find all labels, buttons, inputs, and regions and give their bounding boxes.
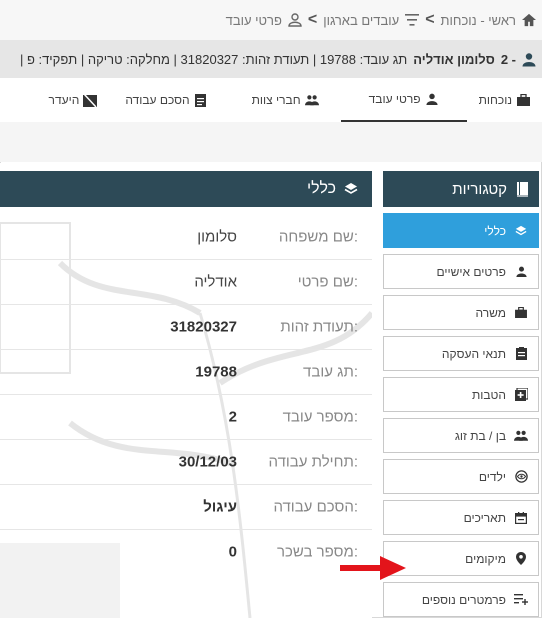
employee-name: סלומון אודליה [413, 51, 495, 67]
person-icon [425, 92, 439, 106]
panel-header: כללי [0, 171, 372, 207]
briefcase-icon [514, 306, 528, 320]
annotation-arrow-icon [340, 556, 406, 580]
breadcrumb: ראשי - נוכחות < עובדים בארגון < פרטי עוב… [0, 0, 542, 40]
chevron-left-icon: < [307, 11, 318, 28]
sidebar-item-position[interactable]: משרה [383, 295, 539, 330]
sidebar-item-label: כללי [484, 223, 506, 238]
field-value: 31820327 [170, 318, 237, 336]
sidebar-item-label: משרה [475, 305, 506, 320]
panel-title: כללי [306, 180, 336, 197]
tab-label: היעדר [48, 93, 80, 107]
sidebar-item-label: הטבות [471, 387, 506, 402]
person-icon [522, 52, 536, 66]
field-value: 2 [228, 408, 237, 426]
sidebar-item-benefits[interactable]: הטבות [383, 377, 539, 412]
book-icon [515, 181, 529, 197]
field-label: שם משפחה: [278, 228, 358, 246]
employee-details: | תג עובד: 19788 | תעודת זהות: 31820327 … [19, 51, 408, 67]
field-value: 30/12/03 [178, 453, 237, 471]
sidebar-item-personal-details[interactable]: פרטים אישיים [383, 254, 539, 289]
layers-icon [514, 224, 528, 238]
tab-label: חברי צוות [251, 93, 301, 107]
field-value: 19788 [195, 363, 237, 381]
detail-row-start-date: תחילת עבודה: 30/12/03 [0, 440, 372, 485]
breadcrumb-home-link[interactable]: ראשי - נוכחות [441, 13, 516, 28]
sidebar-item-general[interactable]: כללי [383, 213, 539, 248]
filter-icon [405, 13, 420, 27]
field-label: תעודת זהות: [280, 318, 358, 336]
sidebar-item-label: מיקומים [465, 551, 506, 566]
tab-team-members[interactable]: חברי צוות [230, 78, 341, 122]
field-value: אודליה [194, 273, 237, 291]
sidebar-item-label: ילדים [478, 469, 506, 484]
detail-row-last-name: שם משפחה: סלומון [0, 215, 372, 260]
breadcrumb-current: פרטי עובד [225, 12, 282, 28]
detail-row-first-name: שם פרטי: אודליה [0, 260, 372, 305]
couple-icon [514, 429, 528, 443]
sidebar-item-label: פרמטרים נוספים [421, 592, 506, 607]
field-label: תג עובד: [303, 363, 358, 381]
detail-row-payroll-number: מספר בשכר: 0 [0, 530, 372, 574]
tab-label: הסכם עבודה [125, 93, 190, 107]
plus-box-icon [514, 388, 528, 402]
layers-icon [344, 182, 358, 196]
field-label: הסכם עבודה: [273, 498, 358, 516]
sidebar-item-locations[interactable]: מיקומים [383, 541, 539, 576]
details-list: שם משפחה: סלומון שם פרטי: אודליה תעודת ז… [0, 215, 372, 574]
person-outline-icon [288, 13, 302, 27]
sidebar-item-spouse[interactable]: בן / בת זוג [383, 418, 539, 453]
toolbar-area [0, 122, 542, 162]
home-icon[interactable] [522, 13, 536, 27]
tab-bar: נוכחות פרטי עובד חברי צוות הסכם עבודה הי… [0, 78, 542, 123]
sidebar-item-label: תנאי העסקה [441, 346, 506, 361]
sidebar-item-employment-terms[interactable]: תנאי העסקה [383, 336, 539, 371]
categories-sidebar: קטגוריות כללי פרטים אישיים משרה תנאי העס… [383, 171, 539, 617]
detail-row-id-number: תעודת זהות: 31820327 [0, 305, 372, 350]
sidebar-item-additional-parameters[interactable]: פרמטרים נוספים [383, 582, 539, 617]
sidebar-item-label: פרטים אישיים [436, 264, 506, 279]
briefcase-icon [516, 93, 530, 107]
detail-row-work-agreement: הסכם עבודה: עיגול [0, 485, 372, 530]
breadcrumb-employees-link[interactable]: עובדים בארגון [323, 13, 399, 28]
sidebar-item-label: תאריכים [463, 510, 506, 525]
group-icon [304, 93, 319, 107]
field-value: עיגול [203, 498, 237, 516]
map-marker-icon [514, 552, 528, 566]
field-label: תחילת עבודה: [268, 453, 358, 471]
tab-attendance[interactable]: נוכחות [467, 78, 542, 122]
sidebar-item-label: בן / בת זוג [454, 428, 506, 443]
list-plus-icon [514, 593, 528, 607]
field-value: סלומון [197, 228, 237, 246]
document-icon [194, 93, 208, 107]
person-icon [514, 265, 528, 279]
calendar-off-icon [83, 93, 98, 107]
field-value: 0 [228, 543, 237, 561]
sidebar-title: קטגוריות [452, 180, 507, 198]
tab-label: נוכחות [478, 93, 512, 107]
sidebar-item-dates[interactable]: תאריכים [383, 500, 539, 535]
clipboard-icon [514, 347, 528, 361]
detail-row-badge: תג עובד: 19788 [0, 350, 372, 395]
sidebar-header: קטגוריות [383, 171, 539, 207]
tab-work-agreement[interactable]: הסכם עבודה [103, 78, 229, 122]
eye-icon [514, 470, 528, 484]
tab-employee-details[interactable]: פרטי עובד [340, 78, 467, 122]
sidebar-item-children[interactable]: ילדים [383, 459, 539, 494]
tab-label: פרטי עובד [368, 92, 421, 106]
general-panel: כללי שם משפחה: סלומון שם פרטי: אודליה תע… [0, 163, 372, 618]
tab-absence[interactable]: היעדר [49, 78, 104, 122]
employee-info-bar: 2 - סלומון אודליה | תג עובד: 19788 | תעו… [0, 40, 542, 78]
detail-row-employee-number: מספר עובד: 2 [0, 395, 372, 440]
chevron-left-icon: < [425, 11, 435, 28]
field-label: מספר עובד: [282, 408, 358, 426]
calendar-icon [514, 511, 528, 525]
field-label: שם פרטי: [297, 273, 358, 291]
employee-number: 2 - [500, 51, 516, 67]
